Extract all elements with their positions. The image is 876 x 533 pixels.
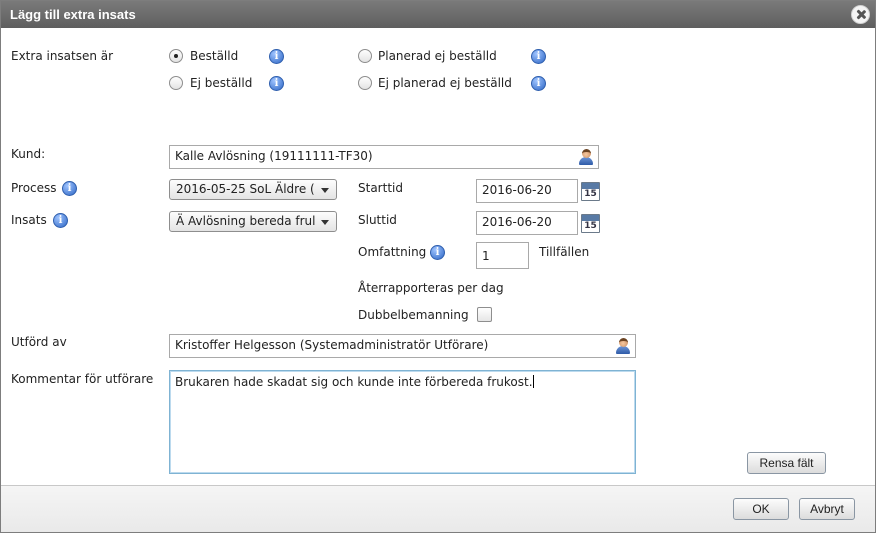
process-select[interactable]: 2016-05-25 SoL Äldre ( — [169, 179, 337, 200]
kommentar-value: Brukaren hade skadat sig och kunde inte … — [175, 375, 533, 389]
omfattning-field[interactable]: 1 — [476, 242, 529, 269]
omfattning-value: 1 — [482, 249, 490, 263]
sluttid-field[interactable]: 2016-06-20 — [476, 211, 578, 235]
info-icon[interactable]: i — [269, 49, 284, 64]
aterrapporteras-text: Återrapporteras per dag — [358, 281, 504, 295]
info-icon[interactable]: i — [531, 49, 546, 64]
radio-ej-planerad-ej-bestalld[interactable] — [358, 76, 372, 90]
starttid-value: 2016-06-20 — [482, 183, 552, 197]
text-caret — [532, 375, 534, 388]
person-icon[interactable] — [578, 149, 594, 165]
omfattning-unit: Tillfällen — [539, 245, 590, 259]
kund-label: Kund: — [11, 147, 46, 161]
radio-ej-bestalld-label: Ej beställd — [190, 76, 253, 90]
add-extra-insats-dialog: Lägg till extra insats Extra insatsen är… — [0, 0, 876, 533]
starttid-label: Starttid — [358, 181, 403, 195]
kund-value: Kalle Avlösning (19111111-TF30) — [175, 149, 373, 163]
close-icon[interactable] — [851, 5, 870, 24]
radio-planerad-ej-bestalld[interactable] — [358, 49, 372, 63]
radio-ej-bestalld[interactable] — [169, 76, 183, 90]
process-label: Process — [11, 181, 57, 195]
rensa-falt-button[interactable]: Rensa fält — [747, 452, 826, 474]
info-icon[interactable]: i — [269, 76, 284, 91]
dialog-titlebar: Lägg till extra insats — [1, 1, 875, 28]
radio-bestalld[interactable] — [169, 49, 183, 63]
chevron-down-icon — [321, 188, 329, 193]
kommentar-label: Kommentar för utförare — [11, 372, 154, 386]
utford-av-label: Utförd av — [11, 335, 67, 349]
starttid-field[interactable]: 2016-06-20 — [476, 179, 578, 203]
radio-ej-planerad-ej-bestalld-label: Ej planerad ej beställd — [378, 76, 512, 90]
dialog-footer: OK Avbryt — [1, 485, 875, 532]
utford-av-value: Kristoffer Helgesson (Systemadministratö… — [175, 338, 489, 352]
omfattning-label: Omfattning — [358, 245, 427, 259]
dubbelbemanning-label: Dubbelbemanning — [358, 308, 469, 322]
info-icon[interactable]: i — [430, 245, 445, 260]
insats-label: Insats — [11, 213, 47, 227]
kund-field[interactable]: Kalle Avlösning (19111111-TF30) — [169, 145, 599, 169]
calendar-icon[interactable]: 15 — [581, 214, 600, 233]
ok-button[interactable]: OK — [733, 498, 789, 520]
info-icon[interactable]: i — [531, 76, 546, 91]
sluttid-value: 2016-06-20 — [482, 215, 552, 229]
dubbelbemanning-checkbox[interactable] — [477, 307, 492, 322]
status-label: Extra insatsen är — [11, 49, 114, 63]
utford-av-field[interactable]: Kristoffer Helgesson (Systemadministratö… — [169, 334, 636, 358]
person-icon[interactable] — [615, 338, 631, 354]
chevron-down-icon — [321, 220, 329, 225]
radio-bestalld-label: Beställd — [190, 49, 239, 63]
dialog-title: Lägg till extra insats — [10, 7, 136, 22]
sluttid-label: Sluttid — [358, 213, 397, 227]
info-icon[interactable]: i — [62, 181, 77, 196]
calendar-icon[interactable]: 15 — [581, 182, 600, 201]
kommentar-textarea[interactable]: Brukaren hade skadat sig och kunde inte … — [169, 370, 636, 474]
process-value: 2016-05-25 SoL Äldre ( — [176, 182, 315, 196]
insats-select[interactable]: Ä Avlösning bereda frul — [169, 211, 337, 232]
avbryt-button[interactable]: Avbryt — [799, 498, 855, 520]
radio-planerad-ej-bestalld-label: Planerad ej beställd — [378, 49, 497, 63]
info-icon[interactable]: i — [53, 213, 68, 228]
insats-value: Ä Avlösning bereda frul — [176, 214, 316, 228]
